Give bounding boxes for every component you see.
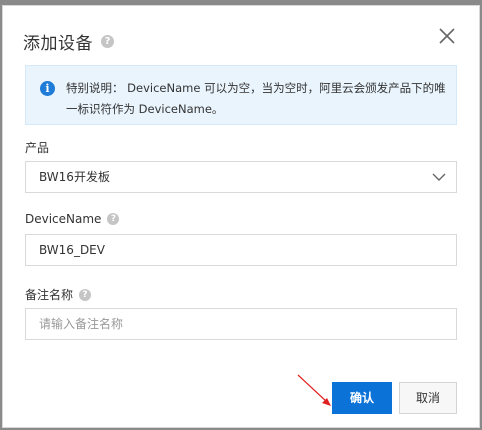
help-icon[interactable]: ? [101,34,114,48]
remark-input[interactable]: 请输入备注名称 [25,308,457,340]
product-label: 产品 [25,139,49,156]
close-icon [439,28,455,44]
confirm-button[interactable]: 确认 [332,382,392,414]
add-device-dialog: 添加设备 ? i 特别说明： DeviceName 可以为空，当为空时，阿里云会… [2,5,480,428]
cancel-button[interactable]: 取消 [399,382,457,414]
remark-label: 备注名称 ? [25,286,92,303]
product-select-value: BW16开发板 [39,170,110,184]
info-icon: i [40,81,55,96]
device-name-input[interactable]: BW16_DEV [25,234,457,266]
device-name-help-icon[interactable]: ? [107,213,120,225]
info-text: 特别说明： DeviceName 可以为空，当为空时，阿里云会颁发产品下的唯一标… [66,81,446,116]
close-button[interactable] [437,26,457,46]
device-name-label-text: DeviceName [25,212,102,226]
annotation-arrow-icon [297,374,331,406]
device-name-label: DeviceName ? [25,212,120,226]
remark-label-text: 备注名称 [25,288,74,302]
product-select[interactable]: BW16开发板 [25,161,457,193]
dialog-title: 添加设备 [23,33,93,54]
device-name-input-value: BW16_DEV [39,243,105,257]
product-label-text: 产品 [25,141,50,155]
remark-input-placeholder: 请输入备注名称 [39,317,124,331]
dialog-header: 添加设备 ? [23,28,114,54]
chevron-down-icon [432,173,446,181]
remark-help-icon[interactable]: ? [79,288,92,301]
info-notice: i 特别说明： DeviceName 可以为空，当为空时，阿里云会颁发产品下的唯… [25,65,457,125]
